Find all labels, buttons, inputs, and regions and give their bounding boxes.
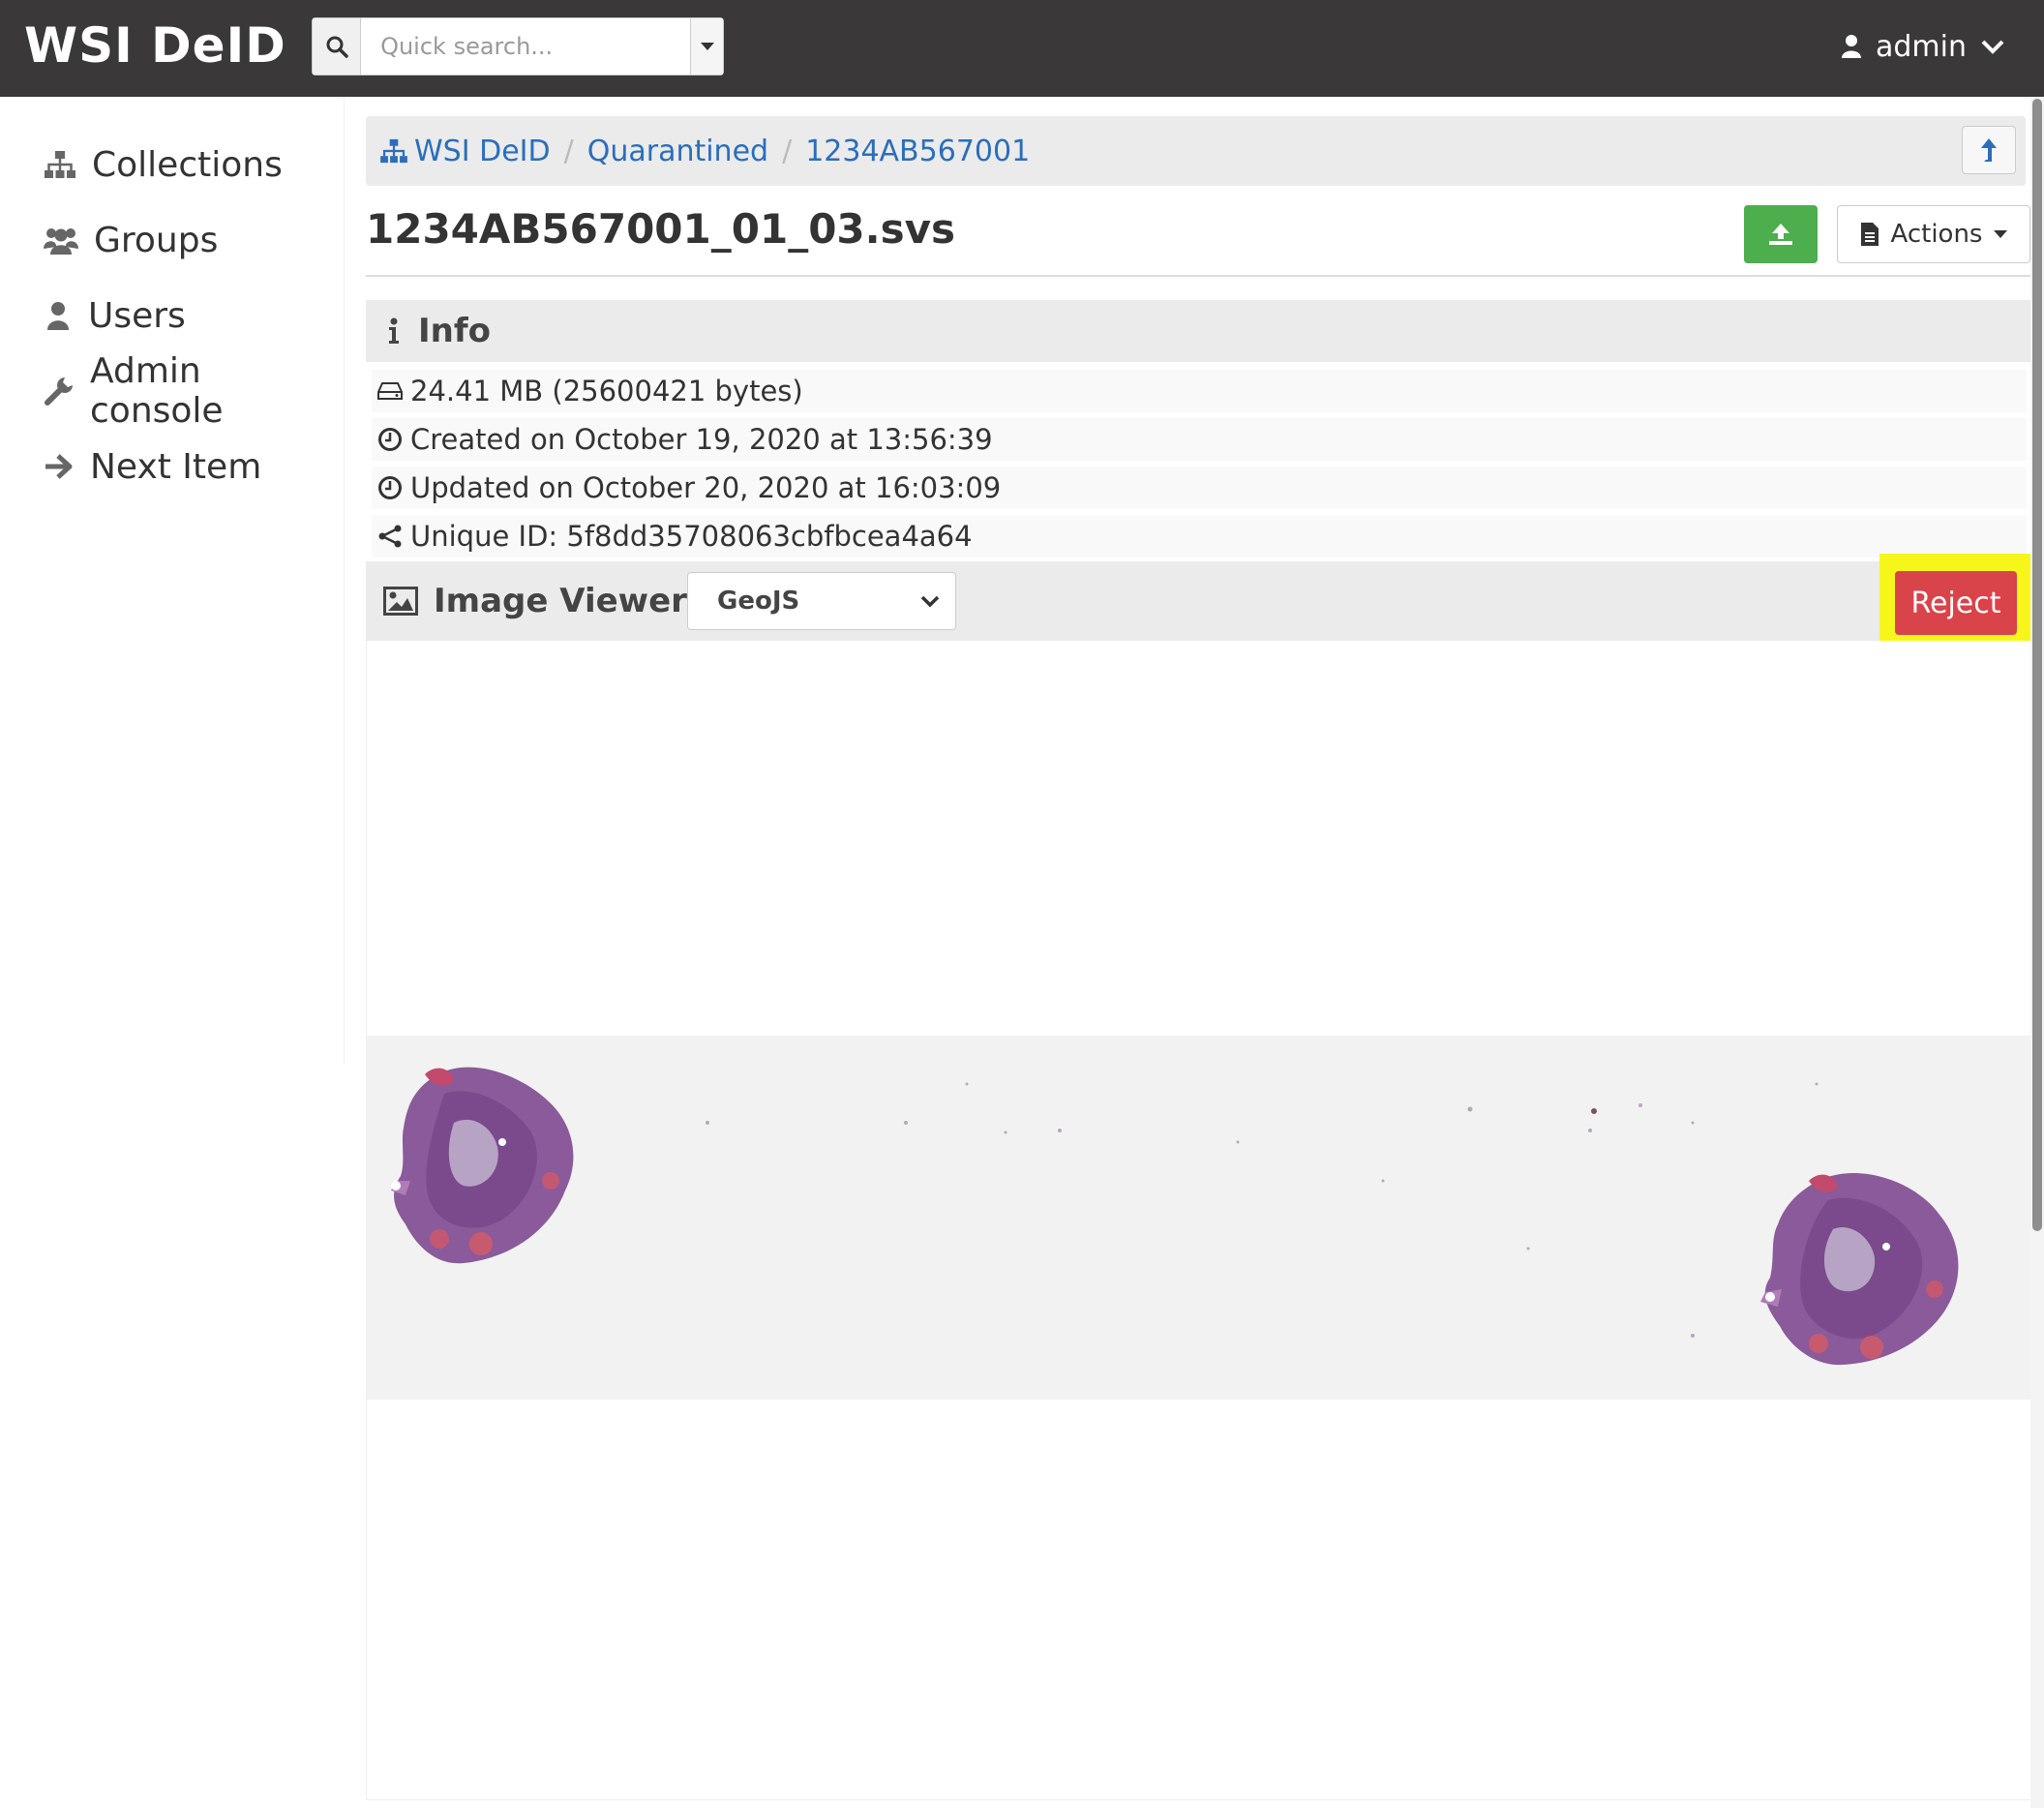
share-icon xyxy=(378,525,402,548)
chevron-down-icon xyxy=(920,595,940,608)
sitemap-icon xyxy=(45,151,75,178)
tissue-left xyxy=(391,1067,574,1264)
image-icon xyxy=(383,587,418,616)
breadcrumb-separator: / xyxy=(563,134,574,168)
hdd-icon xyxy=(377,382,403,400)
title-divider xyxy=(366,275,2030,277)
page-scrollbar-thumb[interactable] xyxy=(2032,99,2042,1231)
image-viewer-heading: Image Viewer xyxy=(434,582,687,620)
sidebar-item-users[interactable]: Users xyxy=(44,291,186,340)
sidebar-item-label: Groups xyxy=(94,220,219,260)
tissue-sample-image xyxy=(391,1067,1959,1366)
info-unique-id-row: Unique ID: 5f8dd35708063cbfbcea4a64 xyxy=(372,515,2027,557)
level-up-icon xyxy=(1981,138,1997,162)
info-size-row: 24.41 MB (25600421 bytes) xyxy=(372,370,2027,412)
brand-logo[interactable]: WSI DeID xyxy=(24,17,286,74)
breadcrumb-subfolder[interactable]: 1234AB567001 xyxy=(805,135,1030,168)
clock-icon xyxy=(378,476,402,499)
info-icon xyxy=(389,317,399,344)
info-unique-id: Unique ID: 5f8dd35708063cbfbcea4a64 xyxy=(410,520,973,553)
wrench-icon xyxy=(45,377,73,406)
search-input[interactable] xyxy=(361,18,691,75)
slide-image xyxy=(367,1036,2031,1400)
user-icon xyxy=(47,302,69,330)
info-created-row: Created on October 19, 2020 at 13:56:39 xyxy=(372,418,2027,461)
breadcrumb-separator: / xyxy=(782,134,793,168)
sidebar-item-next-item[interactable]: Next Item xyxy=(44,442,261,491)
actions-label: Actions xyxy=(1890,220,1983,249)
sidebar-item-label: Next Item xyxy=(90,446,262,487)
clock-icon xyxy=(378,428,402,451)
quick-search xyxy=(312,17,724,75)
search-icon xyxy=(326,36,348,58)
actions-dropdown-button[interactable]: Actions xyxy=(1837,205,2030,263)
search-mode-dropdown[interactable] xyxy=(690,18,723,75)
caret-down-icon xyxy=(700,43,714,50)
chevron-down-icon xyxy=(1981,40,2004,54)
breadcrumb-label: WSI DeID xyxy=(414,134,551,168)
upload-icon xyxy=(1769,224,1792,245)
info-size: 24.41 MB (25600421 bytes) xyxy=(410,375,803,407)
info-created: Created on October 19, 2020 at 13:56:39 xyxy=(410,423,993,456)
info-heading: Info xyxy=(418,312,492,350)
sidebar: Collections Groups Users Admin console N… xyxy=(0,97,345,1065)
upload-button[interactable] xyxy=(1744,205,1818,263)
sidebar-item-label: Collections xyxy=(92,144,283,185)
image-viewer-header: Image Viewer xyxy=(366,561,2030,641)
sidebar-item-label: Admin console xyxy=(90,351,224,431)
username: admin xyxy=(1876,29,1967,64)
breadcrumb-folder[interactable]: Quarantined xyxy=(587,135,768,168)
sidebar-item-label: Users xyxy=(88,295,186,336)
sitemap-icon xyxy=(380,138,407,164)
users-icon xyxy=(44,228,78,255)
sidebar-item-admin-console[interactable]: Admin console xyxy=(44,351,344,431)
sidebar-item-collections[interactable]: Collections xyxy=(44,140,283,189)
caret-down-icon xyxy=(1994,229,2008,238)
user-menu[interactable]: admin xyxy=(1841,25,2005,68)
viewer-type-select[interactable]: GeoJS xyxy=(687,572,956,630)
info-updated: Updated on October 20, 2020 at 16:03:09 xyxy=(410,471,1002,504)
image-viewer-canvas[interactable] xyxy=(366,641,2031,1800)
tissue-right xyxy=(1760,1173,1959,1366)
sidebar-item-groups[interactable]: Groups xyxy=(44,216,218,264)
breadcrumb: WSI DeID / Quarantined / 1234AB567001 xyxy=(366,116,2026,186)
page-title: 1234AB567001_01_03.svs xyxy=(366,205,955,253)
search-button[interactable] xyxy=(313,18,362,75)
reject-button[interactable]: Reject xyxy=(1895,571,2017,635)
file-icon xyxy=(1860,223,1879,246)
viewer-select-value: GeoJS xyxy=(717,587,800,616)
user-icon xyxy=(1842,35,1861,58)
breadcrumb-root[interactable]: WSI DeID xyxy=(379,135,551,168)
parent-folder-button[interactable] xyxy=(1962,126,2016,174)
info-updated-row: Updated on October 20, 2020 at 16:03:09 xyxy=(372,467,2027,509)
arrow-right-icon xyxy=(45,454,73,479)
info-panel-header: Info xyxy=(366,300,2030,362)
top-navbar: WSI DeID admin xyxy=(0,0,2044,97)
